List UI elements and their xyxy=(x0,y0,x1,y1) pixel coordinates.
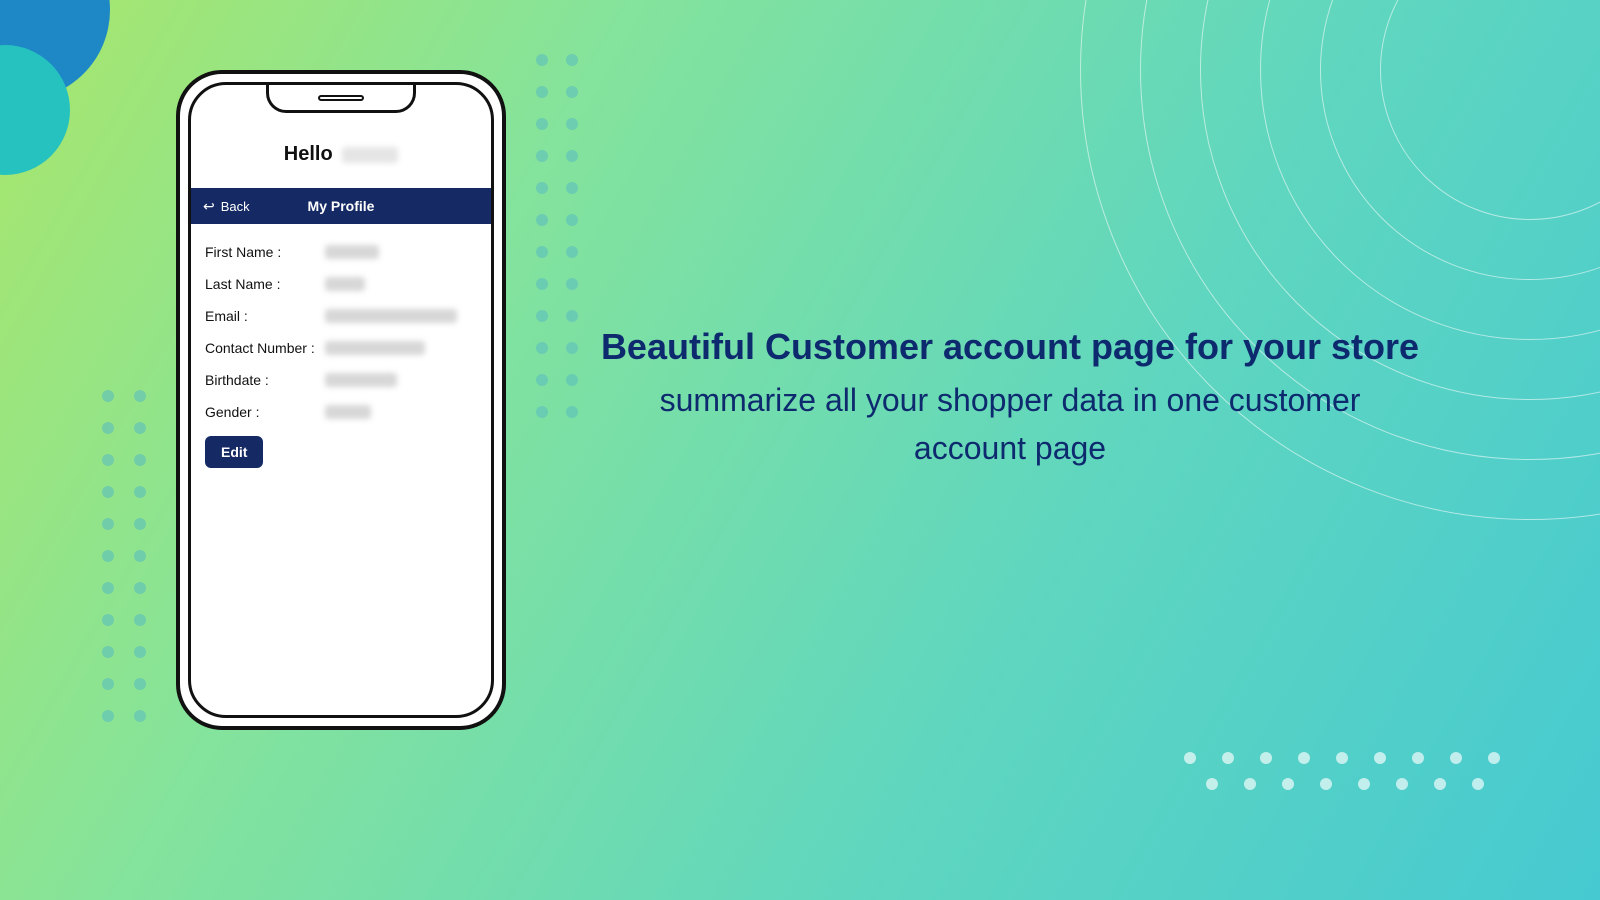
navbar-title: My Profile xyxy=(308,198,375,214)
greeting-text: Hello xyxy=(284,143,333,165)
marketing-subtext: summarize all your shopper data in one c… xyxy=(600,376,1420,472)
field-gender: Gender : xyxy=(205,396,477,428)
field-email: Email : xyxy=(205,300,477,332)
label-gender: Gender : xyxy=(205,404,325,420)
back-arrow-icon: ↩ xyxy=(203,199,215,213)
value-birthdate-blurred xyxy=(325,373,397,387)
profile-navbar: ↩ Back My Profile xyxy=(191,188,491,224)
phone-screen: Hello ↩ Back My Profile First Name : xyxy=(191,85,491,715)
label-contact: Contact Number : xyxy=(205,340,325,356)
field-birthdate: Birthdate : xyxy=(205,364,477,396)
back-label: Back xyxy=(221,199,250,214)
field-contact: Contact Number : xyxy=(205,332,477,364)
marketing-copy: Beautiful Customer account page for your… xyxy=(600,322,1420,472)
promo-canvas: Hello ↩ Back My Profile First Name : xyxy=(0,0,1600,900)
greeting-name-blurred xyxy=(342,147,398,163)
label-email: Email : xyxy=(205,308,325,324)
greeting: Hello xyxy=(191,129,491,188)
back-button[interactable]: ↩ Back xyxy=(203,199,250,214)
profile-fields: First Name : Last Name : Email : Contact… xyxy=(191,224,491,468)
value-contact-blurred xyxy=(325,341,425,355)
phone-mockup: Hello ↩ Back My Profile First Name : xyxy=(176,70,506,730)
field-last-name: Last Name : xyxy=(205,268,477,300)
label-first-name: First Name : xyxy=(205,244,325,260)
value-first-name-blurred xyxy=(325,245,379,259)
marketing-headline: Beautiful Customer account page for your… xyxy=(600,322,1420,372)
value-gender-blurred xyxy=(325,405,371,419)
field-first-name: First Name : xyxy=(205,236,477,268)
decor-dots-center xyxy=(536,54,578,418)
edit-button[interactable]: Edit xyxy=(205,436,263,468)
value-email-blurred xyxy=(325,309,457,323)
label-birthdate: Birthdate : xyxy=(205,372,325,388)
decor-dots-bottom-right xyxy=(1184,752,1500,790)
value-last-name-blurred xyxy=(325,277,365,291)
label-last-name: Last Name : xyxy=(205,276,325,292)
decor-dots-left xyxy=(102,390,146,722)
